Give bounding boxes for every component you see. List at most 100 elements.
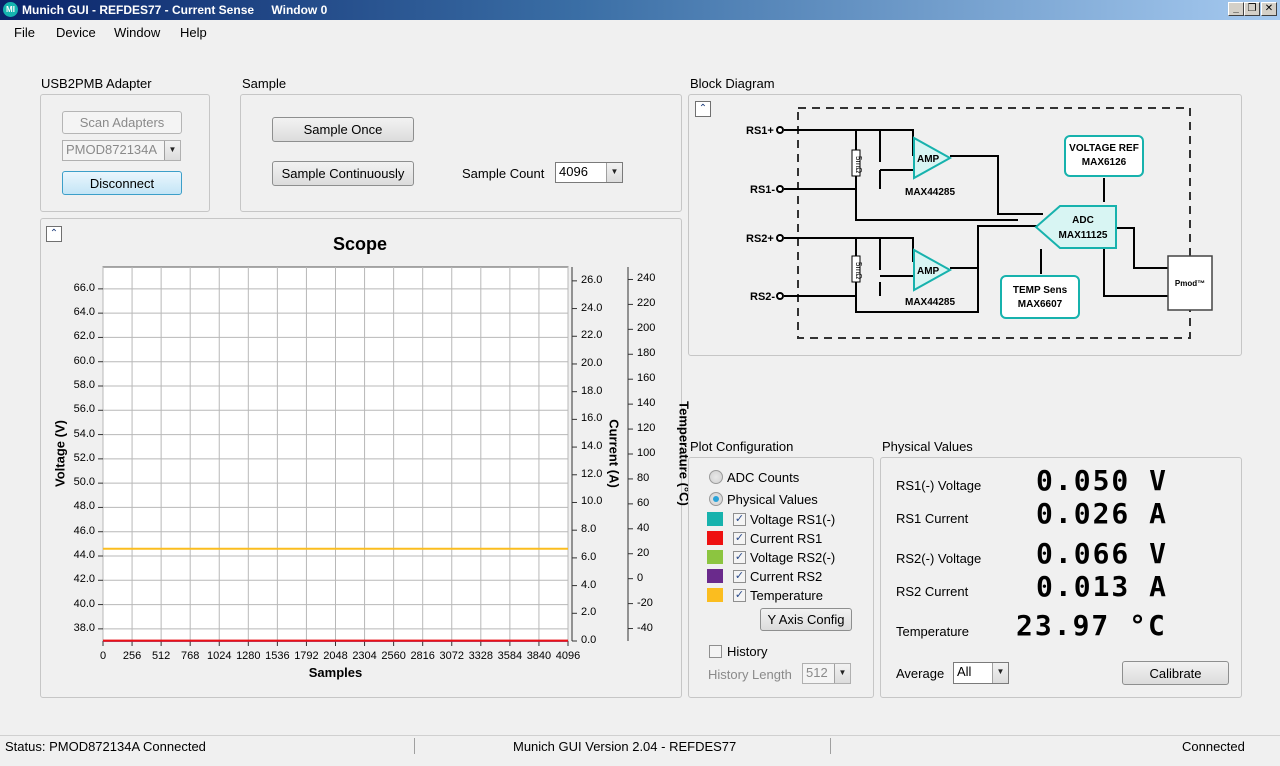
scan-adapters-button[interactable]: Scan Adapters: [62, 111, 182, 134]
y-axis-title-current: Current (A): [606, 419, 622, 488]
series-checkbox[interactable]: ✓: [733, 551, 746, 564]
y-axis-title-voltage: Voltage (V): [52, 420, 68, 487]
shunt-label-1: 5mΩ: [854, 156, 863, 173]
x-axis-title: Samples: [308, 665, 363, 680]
y-tick-label-voltage: 42.0: [73, 573, 95, 586]
close-icon[interactable]: ✕: [1261, 2, 1277, 16]
history-length-value: 512: [806, 665, 828, 680]
y-tick-label-current: 18.0: [581, 384, 603, 397]
amp-2-label: AMP: [917, 266, 940, 277]
y-tick-label-temperature: 20: [637, 546, 650, 559]
title-bar: MI Munich GUI - REFDES77 - Current Sense…: [0, 0, 1280, 20]
rs2p-label: RS2+: [746, 233, 774, 245]
y-tick-label-voltage: 44.0: [73, 549, 95, 561]
block-diagram-label: Block Diagram: [690, 76, 775, 91]
y-tick-label-voltage: 38.0: [73, 621, 95, 634]
pv-label-rs1-current: RS1 Current: [896, 511, 969, 526]
chevron-down-icon[interactable]: ▼: [606, 163, 622, 182]
rs1p-label: RS1+: [746, 125, 774, 137]
y-tick-label-voltage: 64.0: [73, 306, 95, 319]
adapter-select[interactable]: PMOD872134A ▼: [62, 140, 181, 161]
history-checkbox[interactable]: [709, 645, 722, 658]
sample-group: [240, 94, 682, 212]
radio-adc-counts[interactable]: [709, 470, 723, 484]
y-tick-label-current: 24.0: [581, 301, 603, 314]
disconnect-button[interactable]: Disconnect: [62, 171, 182, 195]
series-swatch: [707, 588, 723, 602]
sample-label: Sample: [242, 76, 287, 91]
chevron-down-icon[interactable]: ▼: [834, 664, 850, 683]
y-tick-label-voltage: 46.0: [73, 524, 95, 537]
average-label: Average: [896, 666, 945, 681]
y-tick-label-temperature: 240: [637, 272, 656, 285]
physical-values-label: Physical Values: [882, 439, 973, 454]
chevron-down-icon[interactable]: ▼: [164, 141, 180, 160]
series-checkbox[interactable]: ✓: [733, 589, 746, 602]
shunt-label-2: 5mΩ: [854, 262, 863, 279]
average-select[interactable]: All ▼: [953, 662, 1009, 684]
menu-help[interactable]: Help: [180, 25, 207, 40]
sample-count-select[interactable]: 4096 ▼: [555, 162, 623, 183]
sample-continuously-button[interactable]: Sample Continuously: [272, 161, 414, 186]
series-checkbox[interactable]: ✓: [733, 513, 746, 526]
scope-chart: [98, 266, 633, 646]
restore-icon[interactable]: ❐: [1244, 2, 1260, 16]
plot-config-label: Plot Configuration: [690, 439, 794, 454]
status-center: Munich GUI Version 2.04 - REFDES77: [513, 739, 737, 754]
chevron-down-icon[interactable]: ▼: [992, 663, 1008, 683]
y-tick-label-current: 8.0: [581, 523, 597, 536]
adc-line1: ADC: [1072, 215, 1094, 226]
status-right: Connected: [1182, 739, 1245, 754]
menu-file[interactable]: File: [14, 25, 35, 40]
calibrate-button[interactable]: Calibrate: [1122, 661, 1229, 685]
status-divider: [830, 738, 831, 754]
y-tick-label-current: 16.0: [581, 412, 603, 425]
window-subtitle: Window 0: [271, 3, 328, 17]
sample-once-button[interactable]: Sample Once: [272, 117, 414, 142]
pv-value-temperature: 23.97 °C: [1016, 609, 1167, 642]
y-tick-label-temperature: 80: [637, 471, 650, 484]
pv-label-rs1-voltage: RS1(-) Voltage: [896, 478, 982, 493]
y-tick-label-temperature: 200: [637, 322, 656, 335]
voltage-ref-line1: VOLTAGE REF: [1069, 143, 1139, 154]
y-tick-label-temperature: -40: [637, 621, 653, 634]
series-checkbox[interactable]: ✓: [733, 532, 746, 545]
menu-window[interactable]: Window: [114, 25, 160, 40]
minimize-icon[interactable]: _: [1228, 2, 1244, 16]
pmod-label: Pmod™: [1175, 279, 1205, 288]
sample-count-label: Sample Count: [462, 166, 545, 181]
radio-physical-values[interactable]: [709, 492, 723, 506]
series-label: Voltage RS2(-): [750, 550, 836, 565]
y-tick-label-voltage: 60.0: [73, 354, 95, 367]
y-tick-label-current: 20.0: [581, 356, 603, 369]
y-tick-label-temperature: 100: [637, 447, 656, 459]
app-icon: MI: [3, 2, 18, 17]
series-swatch: [707, 512, 723, 526]
pv-value-rs2-current: 0.013 A: [1036, 570, 1169, 603]
y-tick-label-temperature: 60: [637, 496, 650, 509]
y-tick-label-temperature: 120: [637, 422, 656, 435]
history-length-select[interactable]: 512 ▼: [802, 663, 851, 684]
y-tick-label-current: 4.0: [581, 578, 597, 591]
menu-device[interactable]: Device: [56, 25, 96, 40]
pv-label-rs2-voltage: RS2(-) Voltage: [896, 551, 982, 566]
pv-label-temperature: Temperature: [896, 624, 969, 639]
adc-line2: MAX11125: [1059, 230, 1108, 241]
window-title: Munich GUI - REFDES77 - Current Sense Wi…: [22, 3, 327, 17]
series-label: Current RS1: [750, 531, 823, 546]
series-swatch: [707, 531, 723, 545]
y-tick-label-current: 6.0: [581, 550, 597, 563]
usb2pmb-label: USB2PMB Adapter: [41, 76, 152, 91]
y-axis-config-button[interactable]: Y Axis Config: [760, 608, 852, 631]
pv-value-rs1-current: 0.026 A: [1036, 497, 1169, 530]
temp-sens-line1: TEMP Sens: [1013, 285, 1068, 296]
radio-physical-values-label: Physical Values: [727, 492, 818, 507]
series-checkbox[interactable]: ✓: [733, 570, 746, 583]
y-tick-label-temperature: 40: [637, 521, 650, 534]
terminals: [776, 126, 784, 300]
amp-1-part: MAX44285: [905, 187, 955, 198]
series-label: Temperature: [750, 588, 823, 603]
adapter-select-value: PMOD872134A: [66, 142, 158, 157]
average-value: All: [957, 664, 972, 679]
y-tick-label-current: 10.0: [581, 495, 603, 508]
